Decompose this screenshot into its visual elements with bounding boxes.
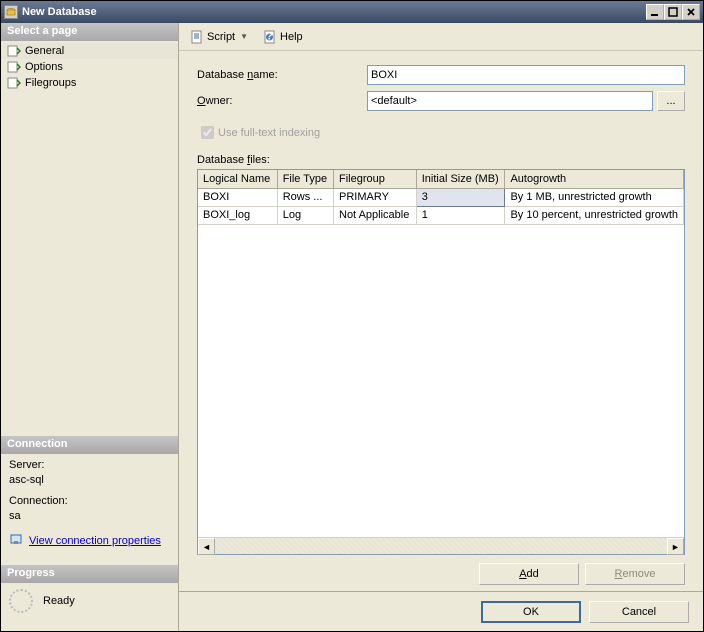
cell-autogrowth[interactable]: By 1 MB, unrestricted growth bbox=[505, 188, 684, 206]
table-row[interactable]: BOXI Rows ... PRIMARY 3 By 1 MB, unrestr… bbox=[198, 188, 684, 206]
connection-header: Connection bbox=[1, 436, 178, 454]
database-name-label: Database name: bbox=[197, 69, 278, 81]
connection-value: sa bbox=[9, 509, 170, 524]
scroll-track[interactable] bbox=[215, 538, 667, 554]
connection-label: Connection: bbox=[9, 494, 170, 509]
scroll-right-button[interactable]: ► bbox=[667, 538, 684, 555]
page-label: General bbox=[25, 45, 64, 57]
content-area: Database name: Owner: ... Use full-text … bbox=[179, 51, 703, 591]
close-button[interactable] bbox=[682, 4, 700, 20]
progress-status: Ready bbox=[43, 595, 75, 607]
fulltext-checkbox bbox=[201, 126, 214, 139]
connection-props-icon bbox=[9, 532, 23, 551]
help-label: Help bbox=[280, 31, 303, 43]
owner-input[interactable] bbox=[367, 91, 653, 111]
dialog-footer: OK Cancel bbox=[179, 591, 703, 631]
database-name-input[interactable] bbox=[367, 65, 685, 85]
select-page-header: Select a page bbox=[1, 23, 178, 41]
database-files-label: Database files: bbox=[197, 154, 270, 166]
col-autogrowth[interactable]: Autogrowth bbox=[505, 170, 684, 188]
remove-button: Remove bbox=[585, 563, 685, 585]
col-logical-name[interactable]: Logical Name bbox=[198, 170, 277, 188]
cell-initial-size[interactable]: 3 bbox=[416, 188, 505, 206]
page-item-filegroups[interactable]: Filegroups bbox=[1, 75, 178, 91]
app-icon bbox=[4, 5, 18, 19]
col-initial-size[interactable]: Initial Size (MB) bbox=[416, 170, 505, 188]
page-icon bbox=[7, 61, 21, 73]
owner-label: Owner: bbox=[197, 95, 232, 107]
cell-initial-size[interactable]: 1 bbox=[416, 206, 505, 224]
cell-filegroup[interactable]: PRIMARY bbox=[334, 188, 417, 206]
cell-logical-name[interactable]: BOXI bbox=[198, 188, 277, 206]
titlebar: New Database bbox=[1, 1, 703, 23]
page-list: General Options Filegroups bbox=[1, 41, 178, 93]
files-table[interactable]: Logical Name File Type Filegroup Initial… bbox=[198, 170, 684, 225]
view-connection-properties-link[interactable]: View connection properties bbox=[29, 534, 161, 549]
progress-header: Progress bbox=[1, 565, 178, 583]
page-item-options[interactable]: Options bbox=[1, 59, 178, 75]
owner-browse-button[interactable]: ... bbox=[657, 91, 685, 111]
col-file-type[interactable]: File Type bbox=[277, 170, 333, 188]
help-button[interactable]: ? Help bbox=[258, 27, 308, 47]
page-label: Filegroups bbox=[25, 77, 76, 89]
fulltext-label: Use full-text indexing bbox=[218, 127, 320, 139]
cell-file-type[interactable]: Rows ... bbox=[277, 188, 333, 206]
progress-spinner-icon bbox=[9, 589, 33, 613]
cell-file-type[interactable]: Log bbox=[277, 206, 333, 224]
new-database-dialog: New Database Select a page General Optio… bbox=[0, 0, 704, 632]
ok-button[interactable]: OK bbox=[481, 601, 581, 623]
page-item-general[interactable]: General bbox=[1, 43, 178, 59]
col-filegroup[interactable]: Filegroup bbox=[334, 170, 417, 188]
table-row[interactable]: BOXI_log Log Not Applicable 1 By 10 perc… bbox=[198, 206, 684, 224]
right-panel: Script ▼ ? Help Database name: Owner: ..… bbox=[179, 23, 703, 631]
script-icon bbox=[190, 30, 204, 44]
cell-logical-name[interactable]: BOXI_log bbox=[198, 206, 277, 224]
svg-text:?: ? bbox=[266, 30, 273, 42]
cancel-button[interactable]: Cancel bbox=[589, 601, 689, 623]
connection-info: Server: asc-sql Connection: sa View conn… bbox=[1, 454, 178, 555]
cell-filegroup[interactable]: Not Applicable bbox=[334, 206, 417, 224]
cell-autogrowth[interactable]: By 10 percent, unrestricted growth bbox=[505, 206, 684, 224]
files-grid: Logical Name File Type Filegroup Initial… bbox=[197, 169, 685, 555]
scroll-left-button[interactable]: ◄ bbox=[198, 538, 215, 555]
page-label: Options bbox=[25, 61, 63, 73]
minimize-button[interactable] bbox=[646, 4, 664, 20]
page-icon bbox=[7, 77, 21, 89]
maximize-button[interactable] bbox=[664, 4, 682, 20]
server-label: Server: bbox=[9, 458, 170, 473]
progress-body: Ready bbox=[1, 583, 178, 619]
script-label: Script bbox=[207, 31, 235, 43]
horizontal-scrollbar[interactable]: ◄ ► bbox=[198, 537, 684, 554]
toolbar: Script ▼ ? Help bbox=[179, 23, 703, 51]
chevron-down-icon: ▼ bbox=[238, 32, 250, 41]
left-panel: Select a page General Options Filegroups… bbox=[1, 23, 179, 631]
add-button[interactable]: Add bbox=[479, 563, 579, 585]
script-button[interactable]: Script ▼ bbox=[185, 27, 255, 47]
server-value: asc-sql bbox=[9, 473, 170, 488]
window-title: New Database bbox=[22, 6, 646, 18]
page-icon bbox=[7, 45, 21, 57]
help-icon: ? bbox=[263, 30, 277, 44]
